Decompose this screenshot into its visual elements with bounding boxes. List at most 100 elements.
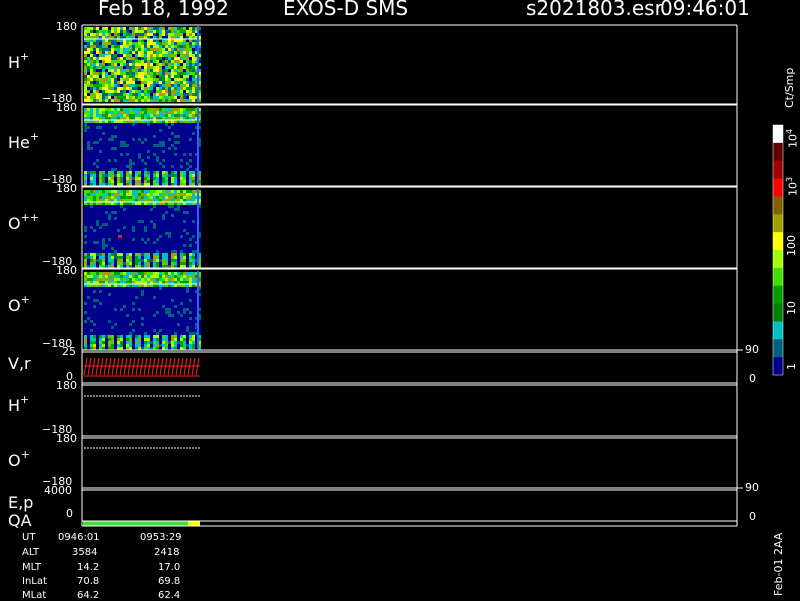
spectrogram-cell (99, 135, 102, 138)
spectrogram-cell (96, 60, 99, 63)
spectrogram-cell (135, 226, 138, 229)
spectrogram-cell (177, 208, 180, 211)
spectrogram-cell (156, 126, 159, 129)
spectrogram-cell (138, 156, 141, 159)
spectrogram-cell (147, 135, 150, 138)
spectrogram-cell (99, 259, 102, 262)
spectrogram-cell (105, 290, 108, 293)
spectrogram-cell (141, 60, 144, 63)
spectrogram-cell (147, 335, 150, 338)
spectrogram-cell (147, 229, 150, 232)
spectrogram-cell (96, 114, 99, 117)
spectrogram-cell (93, 174, 96, 177)
spectrogram-cell (108, 311, 111, 314)
spectrogram-cell (156, 259, 159, 262)
spectrogram-cell (93, 275, 96, 278)
spectrogram-cell (93, 326, 96, 329)
spectrogram-cell (96, 144, 99, 147)
panel-label-ep: E,p (8, 493, 34, 512)
spectrogram-cell (99, 42, 102, 45)
spectrogram-cell (132, 250, 135, 253)
spectrogram-cell (156, 162, 159, 165)
spectrogram-cell (138, 290, 141, 293)
spectrogram-cell (93, 329, 96, 332)
spectrogram-cell (129, 111, 132, 114)
spectrogram-cell (177, 114, 180, 117)
spectrogram-cell (84, 48, 87, 51)
spectrogram-cell (108, 126, 111, 129)
spectrogram-cell (153, 147, 156, 150)
spectrogram-cell (180, 220, 183, 223)
spectrogram-cell (156, 226, 159, 229)
spectrogram-cell (183, 332, 186, 335)
spectrogram-cell (120, 99, 123, 102)
spectrogram-cell (117, 193, 120, 196)
spectrogram-cell (93, 235, 96, 238)
spectrogram-cell (120, 108, 123, 111)
spectrogram-cell (84, 335, 87, 338)
spectrogram-cell (153, 244, 156, 247)
spectrogram-cell (87, 205, 90, 208)
spectrogram-cell (123, 144, 126, 147)
spectrogram-cell (102, 63, 105, 66)
spectrogram-cell (153, 205, 156, 208)
spectrogram-cell (105, 232, 108, 235)
spectrogram-cell (192, 229, 195, 232)
spectrogram-cell (96, 244, 99, 247)
spectrogram-cell (132, 57, 135, 60)
spectrogram-cell (141, 320, 144, 323)
spectrogram-cell (114, 305, 117, 308)
spectrogram-cell (84, 135, 87, 138)
spectrogram-cell (123, 54, 126, 57)
spectrogram-cell (114, 138, 117, 141)
spectrogram-cell (111, 296, 114, 299)
spectrogram-cell (123, 123, 126, 126)
spectrogram-cell (156, 60, 159, 63)
spectrogram-cell (84, 344, 87, 347)
spectrogram-cell (123, 311, 126, 314)
spectrogram-cell (192, 208, 195, 211)
spectrogram-cell (168, 180, 171, 183)
spectrogram-cell (183, 66, 186, 69)
spectrogram-cell (105, 90, 108, 93)
spectrogram-cell (117, 69, 120, 72)
spectrogram-cell (129, 287, 132, 290)
spectrogram-cell (102, 135, 105, 138)
spectrogram-cell (141, 329, 144, 332)
spectrogram-cell (144, 138, 147, 141)
spectrogram-cell (147, 51, 150, 54)
spectrogram-cell (192, 320, 195, 323)
spectrogram-cell (114, 51, 117, 54)
spectrogram-cell (177, 144, 180, 147)
spectrogram-cell (174, 296, 177, 299)
spectrogram-cell (90, 317, 93, 320)
spectrogram-cell (153, 314, 156, 317)
spectrogram-cell (117, 72, 120, 75)
spectrogram-cell (111, 171, 114, 174)
spectrogram-cell (177, 150, 180, 153)
spectrogram-cell (93, 190, 96, 193)
spectrogram-cell (129, 259, 132, 262)
spectrogram-cell (162, 290, 165, 293)
spectrogram-cell (108, 69, 111, 72)
spectrogram-cell (111, 162, 114, 165)
spectrogram-cell (177, 256, 180, 259)
spectrogram-cell (189, 144, 192, 147)
spectrogram-cell (138, 235, 141, 238)
spectrogram-cell (144, 81, 147, 84)
spectrogram-cell (186, 84, 189, 87)
spectrogram-cell (168, 141, 171, 144)
spectrogram-cell (144, 190, 147, 193)
spectrogram-cell (114, 147, 117, 150)
spectrogram-cell (138, 42, 141, 45)
spectrogram-cell (129, 123, 132, 126)
spectrogram-cell (156, 278, 159, 281)
spectrogram-cell (192, 235, 195, 238)
spectrogram-cell (129, 338, 132, 341)
spectrogram-cell (171, 42, 174, 45)
spectrogram-cell (180, 153, 183, 156)
spectrogram-cell (156, 180, 159, 183)
spectrogram-cell (105, 320, 108, 323)
spectrogram-cell (99, 196, 102, 199)
spectrogram-cell (141, 305, 144, 308)
